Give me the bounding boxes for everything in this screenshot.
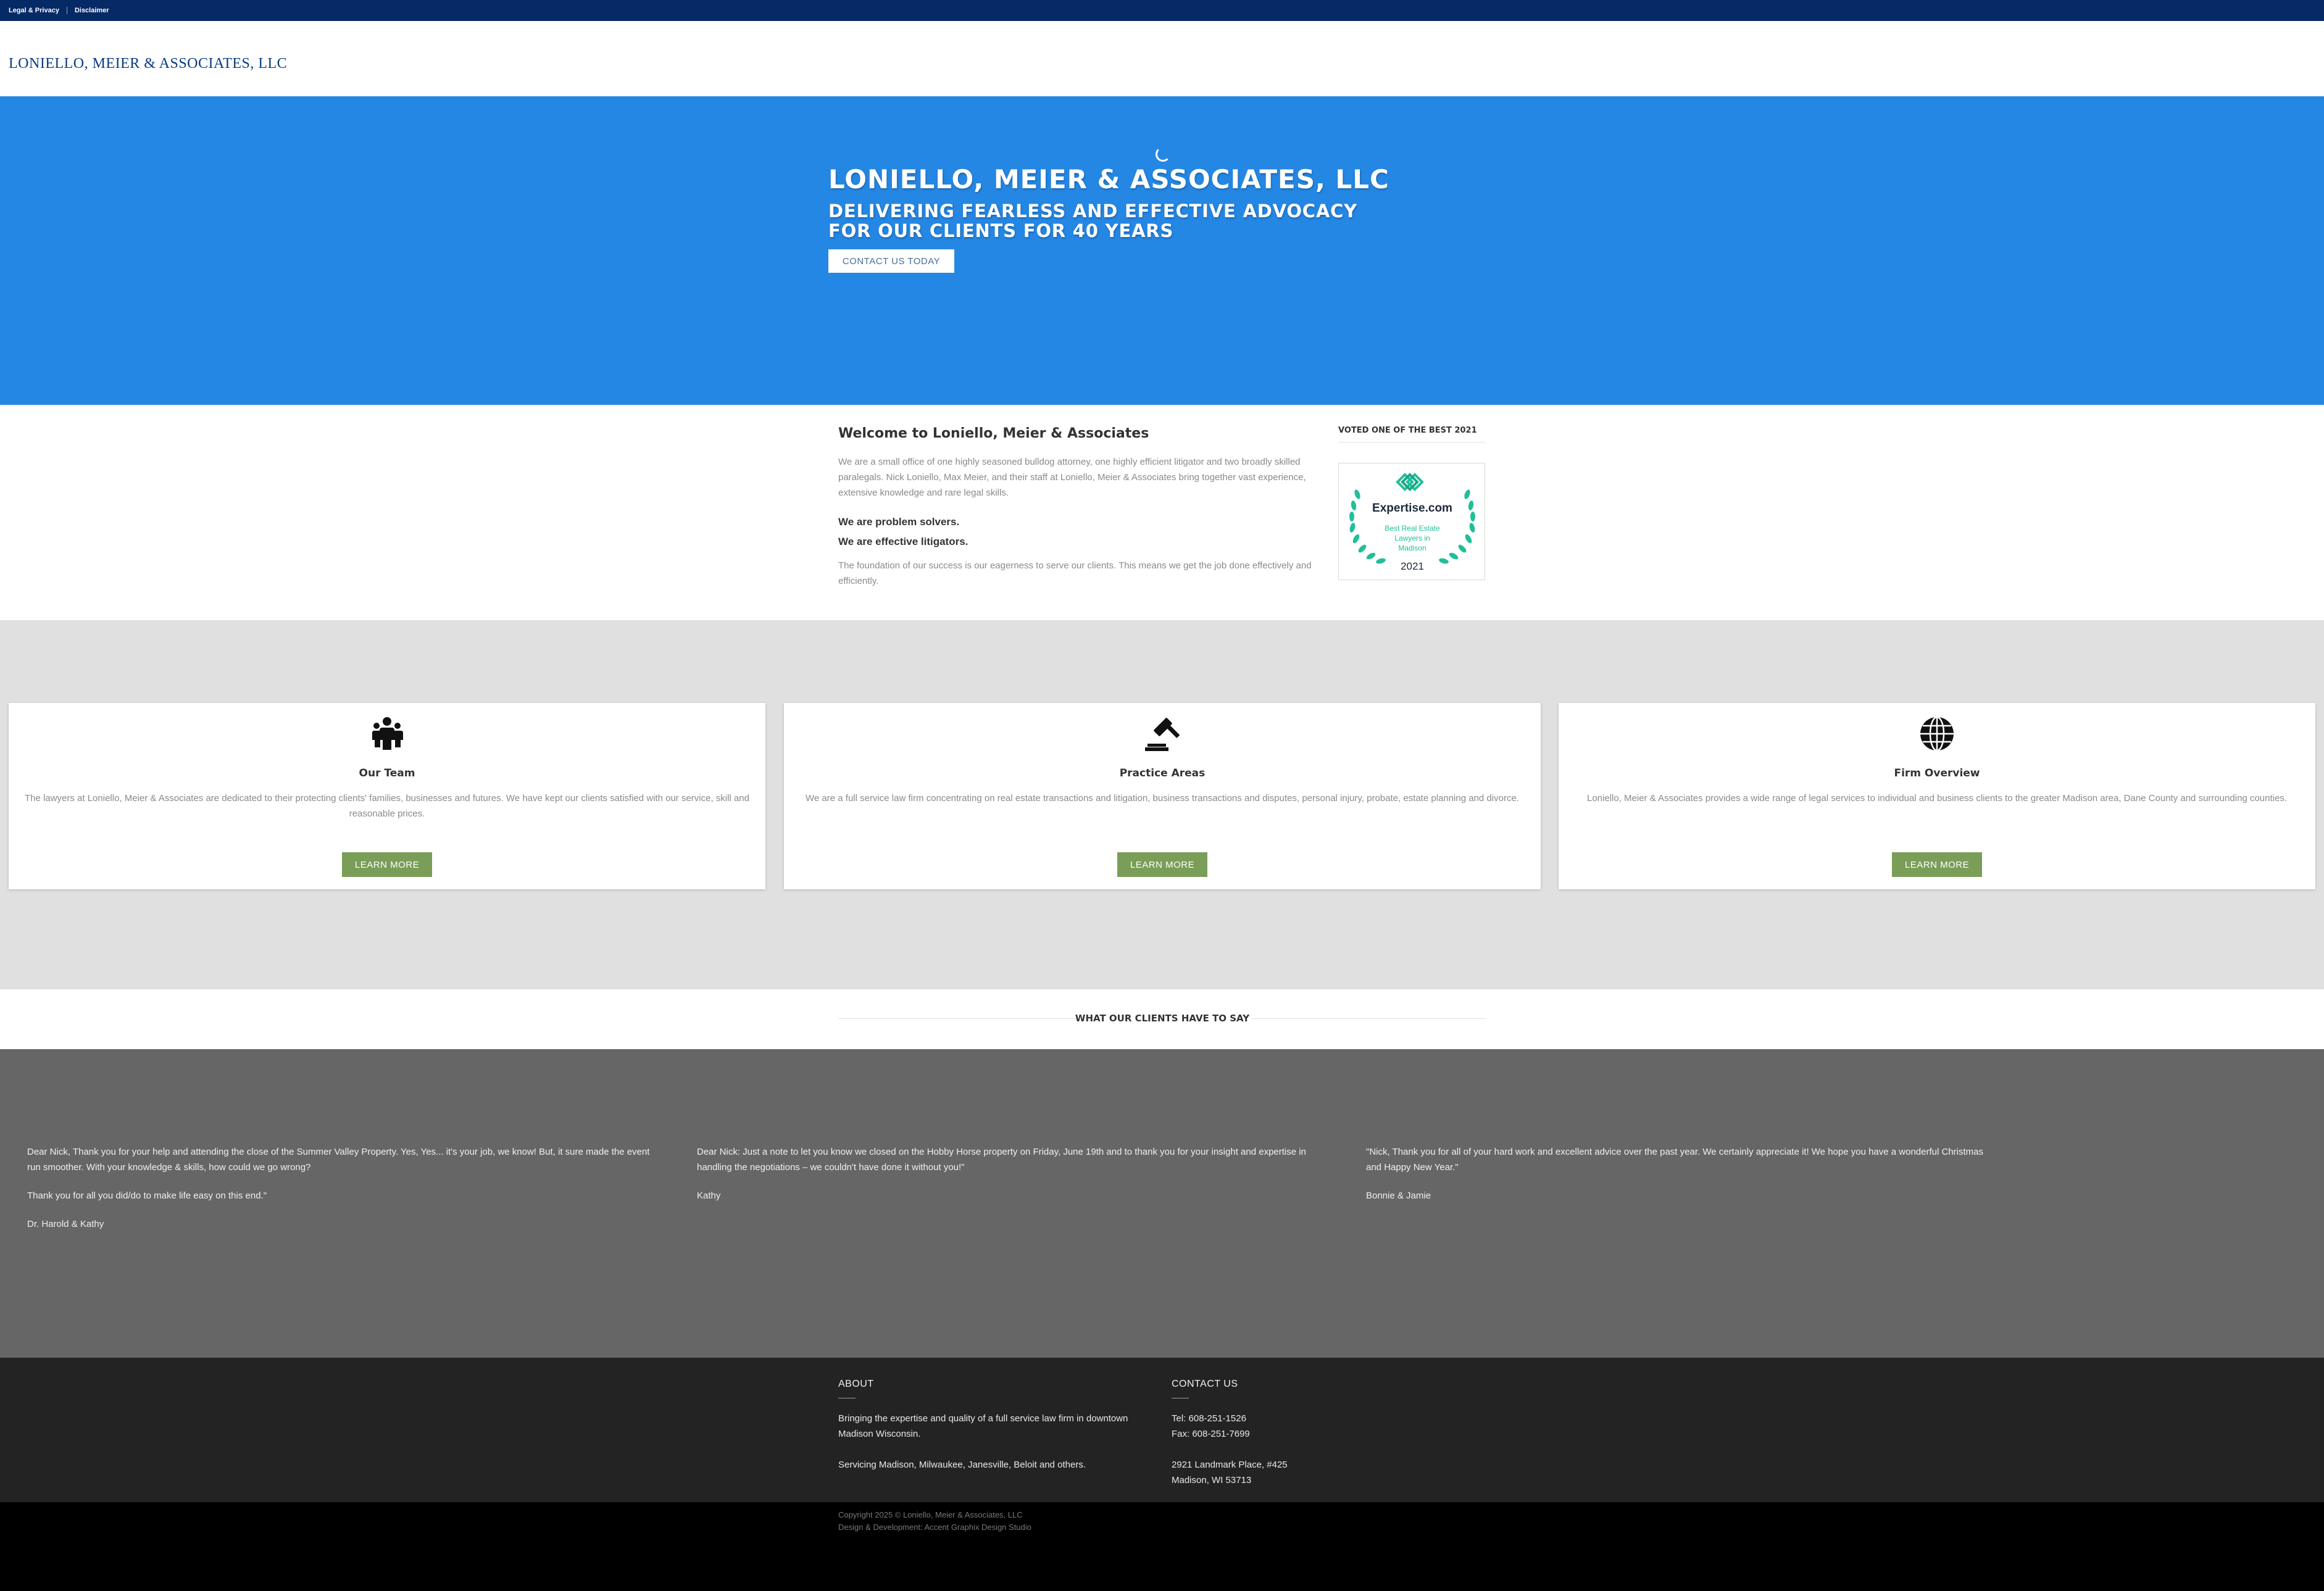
copyright-text: Copyright 2025 © Loniello, Meier & Assoc… [838, 1510, 1023, 1519]
footer-about-heading: ABOUT [838, 1379, 874, 1389]
testimonial-author: Kathy [697, 1190, 721, 1201]
card-text: The lawyers at Loniello, Meier & Associa… [25, 793, 749, 819]
site-footer [0, 1358, 2324, 1502]
testimonial-author: Bonnie & Jamie [1366, 1190, 1431, 1201]
footer-about: ABOUT Bringing the expertise and quality… [838, 1376, 1135, 1473]
legal-privacy-link[interactable]: Legal & Privacy [9, 7, 59, 14]
footer-tel[interactable]: Tel: 608-251-1526 [1172, 1411, 1468, 1426]
card-title: Practice Areas [1119, 767, 1206, 779]
learn-more-button[interactable]: LEARN MORE [1892, 852, 1982, 877]
clients-heading: WHAT OUR CLIENTS HAVE TO SAY [838, 1011, 1486, 1029]
card-our-team: Our Team The lawyers at Loniello, Meier … [9, 703, 765, 889]
badge-year: 2021 [1401, 560, 1424, 572]
team-icon [372, 717, 403, 750]
testimonial: "Nick, Thank you for all of your hard wo… [1366, 1144, 1989, 1216]
gavel-icon [1145, 718, 1180, 751]
card-text: We are a full service law firm concentra… [806, 793, 1519, 804]
footer-contact-heading: CONTACT US [1172, 1379, 1238, 1389]
footer-contact: CONTACT US Tel: 608-251-1526 Fax: 608-25… [1172, 1376, 1468, 1488]
top-bar: Legal & Privacy Disclaimer [0, 0, 2324, 21]
site-logo[interactable]: LONIELLO, MEIER & ASSOCIATES, LLC [9, 56, 287, 72]
testimonial-text: Thank you for all you did/do to make lif… [27, 1190, 267, 1201]
hero-banner [0, 96, 2324, 405]
testimonial-text: Dear Nick, Thank you for your help and a… [27, 1147, 650, 1173]
badge-line: Lawyers in [1394, 534, 1430, 542]
footer-address-line: 2921 Landmark Place, #425 [1172, 1460, 1288, 1470]
welcome-intro: We are a small office of one highly seas… [838, 457, 1306, 498]
clients-heading-text: WHAT OUR CLIENTS HAVE TO SAY [1075, 1013, 1250, 1024]
welcome-strong-litigators: We are effective litigators. [838, 536, 968, 547]
card-text: Loniello, Meier & Associates provides a … [1587, 793, 2287, 804]
footer-about-text: Bringing the expertise and quality of a … [838, 1413, 1128, 1439]
footer-address-line: Madison, WI 53713 [1172, 1475, 1252, 1485]
loading-spinner-icon [1156, 147, 1170, 162]
testimonial: Dear Nick: Just a note to let you know w… [697, 1144, 1320, 1216]
footer-fax: Fax: 608-251-7699 [1172, 1429, 1250, 1439]
hero-title: LONIELLO, MEIER & ASSOCIATES, LLC [828, 164, 1389, 194]
testimonial-author: Dr. Harold & Kathy [27, 1219, 104, 1229]
card-practice-areas: Practice Areas We are a full service law… [784, 703, 1541, 889]
testimonial-text: "Nick, Thank you for all of your hard wo… [1366, 1147, 1983, 1173]
card-firm-overview: Firm Overview Loniello, Meier & Associat… [1559, 703, 2315, 889]
card-title: Our Team [359, 767, 415, 779]
badge-line: Best Real Estate [1385, 524, 1440, 533]
site-header: LONIELLO, MEIER & ASSOCIATES, LLC [0, 21, 2324, 96]
disclaimer-link[interactable]: Disclaimer [75, 7, 109, 14]
badge-line: Madison [1398, 544, 1426, 552]
welcome-title: Welcome to Loniello, Meier & Associates [838, 426, 1149, 441]
copyright-block: Copyright 2025 © Loniello, Meier & Assoc… [838, 1509, 1031, 1534]
badge-brand: Expertise.com [1372, 502, 1452, 515]
welcome-strong-problem-solvers: We are problem solvers. [838, 516, 960, 528]
welcome-closing: The foundation of our success is our eag… [838, 560, 1312, 586]
footer-about-service: Servicing Madison, Milwaukee, Janesville… [838, 1460, 1086, 1470]
testimonial-text: Dear Nick: Just a note to let you know w… [697, 1147, 1306, 1173]
hero-subtitle: DELIVERING FEARLESS AND EFFECTIVE ADVOCA… [828, 201, 1357, 241]
voted-title: VOTED ONE OF THE BEST 2021 [1338, 426, 1477, 435]
footer-bottom [0, 1502, 2324, 1591]
globe-icon [1920, 716, 1954, 752]
credit-link[interactable]: Design & Development: Accent Graphix Des… [838, 1521, 1031, 1534]
learn-more-button[interactable]: LEARN MORE [342, 852, 432, 877]
expertise-award-badge[interactable]: Expertise.com Best Real Estate Lawyers i… [1338, 463, 1485, 580]
card-title: Firm Overview [1894, 767, 1980, 779]
learn-more-button[interactable]: LEARN MORE [1117, 852, 1207, 877]
testimonial: Dear Nick, Thank you for your help and a… [27, 1144, 651, 1245]
contact-us-button[interactable]: CONTACT US TODAY [828, 249, 954, 273]
